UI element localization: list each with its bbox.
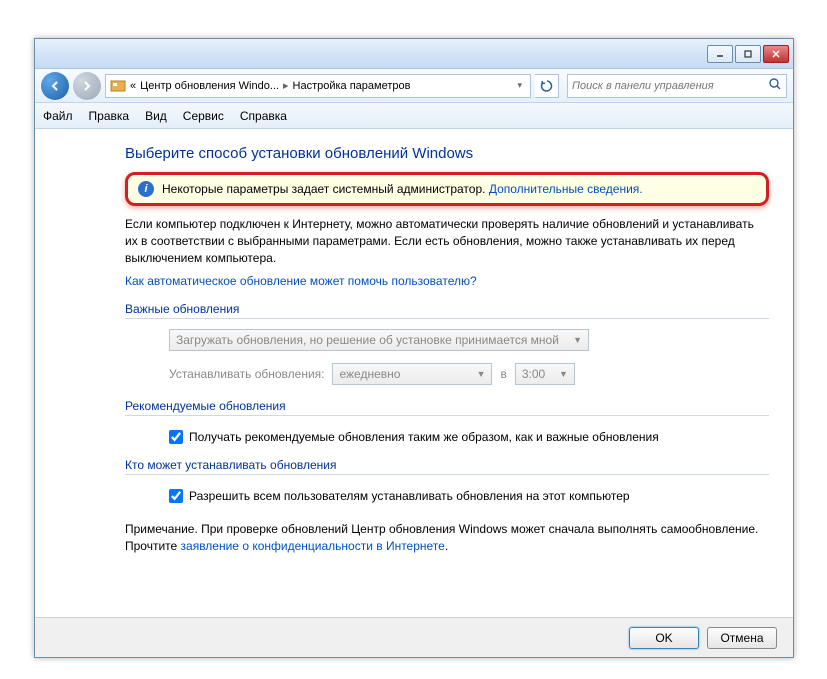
allow-all-users-checkbox[interactable] xyxy=(169,489,183,503)
help-link[interactable]: Как автоматическое обновление может помо… xyxy=(125,274,477,288)
section-who-can-install: Кто может устанавливать обновления xyxy=(125,458,769,475)
schedule-time-value: 3:00 xyxy=(522,367,545,381)
allow-all-users-checkbox-label: Разрешить всем пользователям устанавлива… xyxy=(189,489,630,503)
schedule-label: Устанавливать обновления: xyxy=(169,367,324,381)
chevron-down-icon: ▼ xyxy=(477,369,486,379)
navbar: « Центр обновления Windo... ▸ Настройка … xyxy=(35,69,793,103)
breadcrumb[interactable]: « Центр обновления Windo... ▸ Настройка … xyxy=(105,74,531,98)
menu-file[interactable]: Файл xyxy=(43,109,73,123)
cancel-button[interactable]: Отмена xyxy=(707,627,777,649)
back-button[interactable] xyxy=(41,72,69,100)
menu-edit[interactable]: Правка xyxy=(89,109,130,123)
menu-help[interactable]: Справка xyxy=(240,109,287,123)
titlebar xyxy=(35,39,793,69)
minimize-button[interactable] xyxy=(707,45,733,63)
forward-button[interactable] xyxy=(73,72,101,100)
recommended-checkbox-label: Получать рекомендуемые обновления таким … xyxy=(189,430,659,444)
maximize-button[interactable] xyxy=(735,45,761,63)
section-important-updates: Важные обновления xyxy=(125,302,769,319)
admin-info-text: Некоторые параметры задает системный адм… xyxy=(162,182,643,196)
breadcrumb-prefix: « xyxy=(130,80,136,92)
privacy-link[interactable]: заявление о конфиденциальности в Интерне… xyxy=(181,539,445,553)
windows-update-icon xyxy=(110,78,126,94)
page-title: Выберите способ установки обновлений Win… xyxy=(125,145,769,162)
schedule-row: Устанавливать обновления: ежедневно ▼ в … xyxy=(169,363,769,385)
description-text: Если компьютер подключен к Интернету, мо… xyxy=(125,216,769,266)
close-button[interactable] xyxy=(763,45,789,63)
recommended-updates-body: Получать рекомендуемые обновления таким … xyxy=(125,416,769,444)
recommended-checkbox[interactable] xyxy=(169,430,183,444)
button-bar: OK Отмена xyxy=(35,617,793,657)
admin-info-link[interactable]: Дополнительные сведения. xyxy=(489,182,643,196)
important-updates-body: Загружать обновления, но решение об уста… xyxy=(125,319,769,385)
content-area: Выберите способ установки обновлений Win… xyxy=(35,129,793,619)
admin-info-bar: i Некоторые параметры задает системный а… xyxy=(125,172,769,206)
recommended-checkbox-row[interactable]: Получать рекомендуемые обновления таким … xyxy=(169,430,769,444)
refresh-button[interactable] xyxy=(535,74,559,98)
search-box[interactable] xyxy=(567,74,787,98)
admin-info-highlight: i Некоторые параметры задает системный а… xyxy=(125,172,769,206)
important-updates-combo-value: Загружать обновления, но решение об уста… xyxy=(176,333,559,347)
section-recommended-updates: Рекомендуемые обновления xyxy=(125,399,769,416)
schedule-frequency-combo[interactable]: ежедневно ▼ xyxy=(332,363,492,385)
who-can-install-body: Разрешить всем пользователям устанавлива… xyxy=(125,475,769,503)
control-panel-window: « Центр обновления Windo... ▸ Настройка … xyxy=(34,38,794,658)
breadcrumb-item-2[interactable]: Настройка параметров xyxy=(293,80,411,92)
menubar: Файл Правка Вид Сервис Справка xyxy=(35,103,793,129)
schedule-frequency-value: ежедневно xyxy=(339,367,400,381)
ok-button[interactable]: OK xyxy=(629,627,699,649)
breadcrumb-item-1[interactable]: Центр обновления Windo... xyxy=(140,80,279,92)
chevron-down-icon: ▼ xyxy=(559,369,568,379)
chevron-down-icon: ▼ xyxy=(573,335,582,345)
important-updates-combo[interactable]: Загружать обновления, но решение об уста… xyxy=(169,329,589,351)
search-icon[interactable] xyxy=(768,77,782,94)
allow-all-users-checkbox-row[interactable]: Разрешить всем пользователям устанавлива… xyxy=(169,489,769,503)
breadcrumb-separator: ▸ xyxy=(283,79,289,92)
schedule-time-combo[interactable]: 3:00 ▼ xyxy=(515,363,575,385)
menu-view[interactable]: Вид xyxy=(145,109,167,123)
info-icon: i xyxy=(138,181,154,197)
breadcrumb-dropdown-icon[interactable]: ▾ xyxy=(513,80,526,91)
menu-service[interactable]: Сервис xyxy=(183,109,224,123)
schedule-at-label: в xyxy=(500,367,506,381)
privacy-note: Примечание. При проверке обновлений Цент… xyxy=(125,521,769,555)
search-input[interactable] xyxy=(572,80,768,92)
